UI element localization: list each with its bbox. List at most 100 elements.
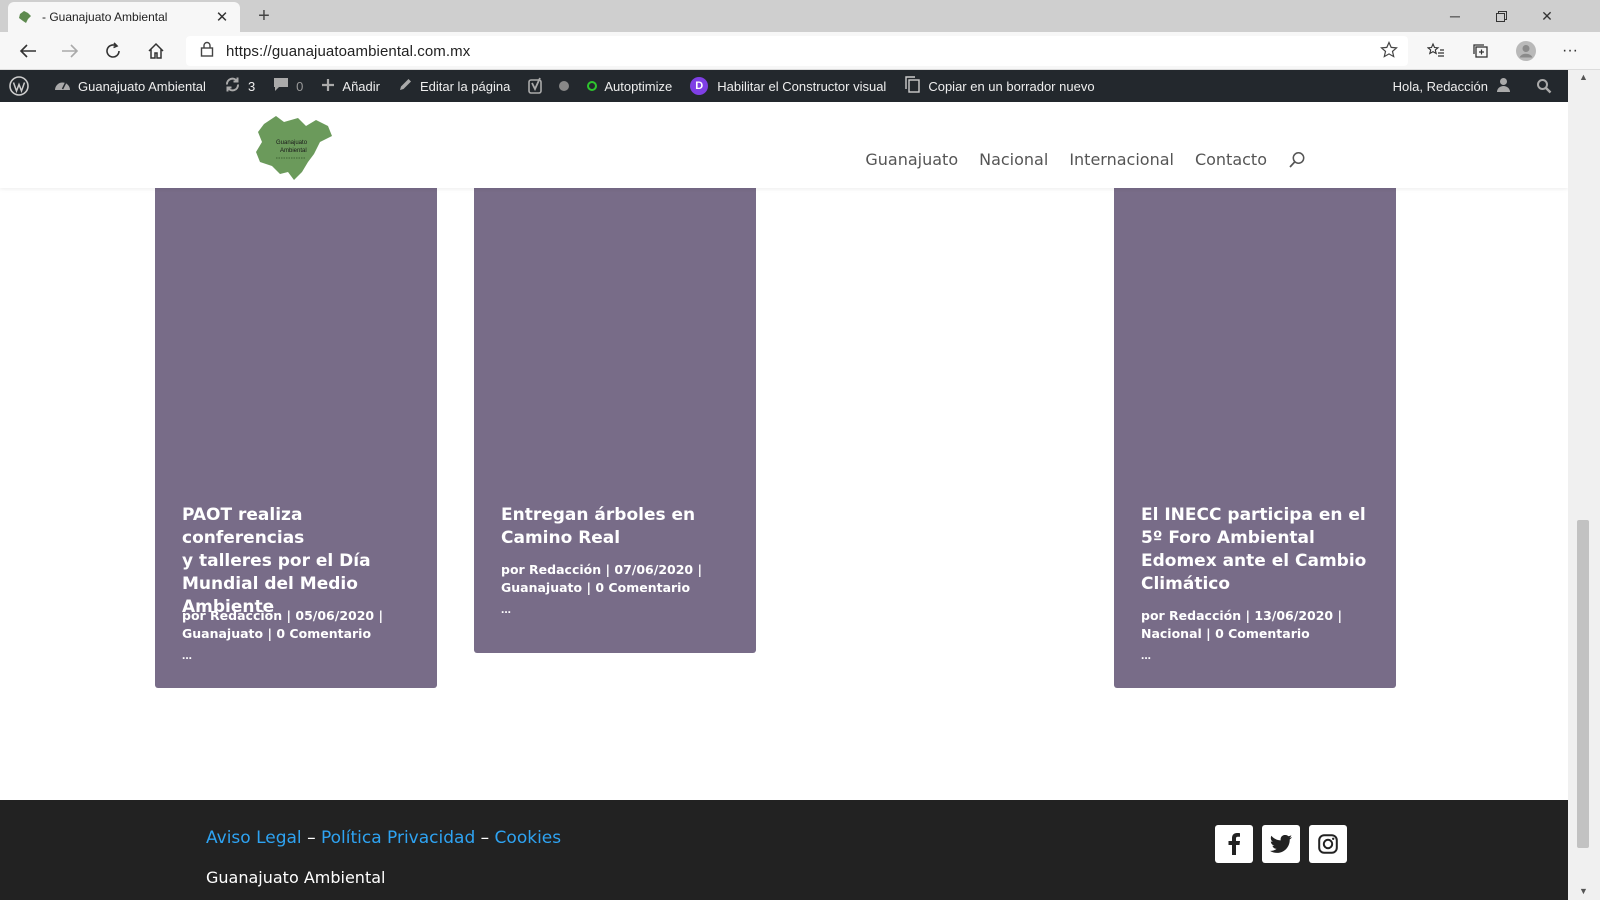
- close-window-icon[interactable]: ✕: [1524, 0, 1570, 32]
- site-name: Guanajuato Ambiental: [78, 78, 206, 94]
- forward-icon[interactable]: [54, 36, 86, 66]
- comment-bubble-icon: [273, 77, 296, 95]
- restore-icon[interactable]: [1478, 0, 1524, 32]
- seo-status-dot: [559, 81, 570, 91]
- wordpress-logo-icon[interactable]: [0, 70, 45, 102]
- edit-page-label: Editar la página: [419, 78, 511, 94]
- post-meta: por Redacción | 07/06/2020 | Guanajuato …: [501, 561, 733, 597]
- site-footer: Aviso Legal – Política Privacidad – Cook…: [0, 800, 1568, 900]
- autoptimize-menu[interactable]: Autoptimize: [578, 70, 681, 102]
- post-card[interactable]: Entregan árboles en Camino Real por Reda…: [474, 182, 756, 653]
- browser-tab[interactable]: - Guanajuato Ambiental ✕: [8, 2, 240, 32]
- footer-links: Aviso Legal – Política Privacidad – Cook…: [206, 828, 561, 848]
- footer-separator: –: [307, 828, 321, 848]
- divi-icon: D: [690, 77, 709, 95]
- post-title[interactable]: El INECC participa en el 5º Foro Ambient…: [1141, 504, 1373, 596]
- post-meta-author-date: por Redacción | 05/06/2020 |: [182, 608, 384, 623]
- nav-guanajuato[interactable]: Guanajuato: [865, 150, 958, 169]
- collections-icon[interactable]: [1465, 36, 1497, 66]
- nav-contacto[interactable]: Contacto: [1195, 150, 1267, 169]
- my-account-menu[interactable]: Hola, Redacción: [1384, 70, 1527, 102]
- browser-tab-strip: - Guanajuato Ambiental ✕ + ─ ✕: [0, 0, 1600, 32]
- post-title-line: Camino Real: [501, 528, 621, 548]
- reload-icon[interactable]: [97, 36, 129, 66]
- add-new-menu[interactable]: Añadir: [312, 70, 389, 102]
- nav-internacional[interactable]: Internacional: [1069, 150, 1174, 169]
- post-title-line: y talleres por el Día: [182, 551, 371, 571]
- cookies-link[interactable]: Cookies: [495, 828, 562, 848]
- logo-text-1: Guanajuato: [276, 140, 308, 146]
- autoptimize-status-dot: [587, 81, 598, 91]
- favorites-icon[interactable]: [1420, 36, 1452, 66]
- post-card[interactable]: El INECC participa en el 5º Foro Ambient…: [1114, 182, 1396, 688]
- pencil-icon: [398, 77, 420, 95]
- home-icon[interactable]: [140, 36, 172, 66]
- site-header: Guanajuato Ambiental Guanajuato Nacional…: [0, 102, 1568, 188]
- updates-menu[interactable]: 3: [215, 70, 264, 102]
- scroll-down-arrow-icon[interactable]: ▼: [1579, 886, 1588, 896]
- scrollbar-thumb[interactable]: [1577, 520, 1589, 848]
- divi-builder-link[interactable]: D Habilitar el Constructor visual: [681, 70, 895, 102]
- favorite-star-icon[interactable]: [1380, 41, 1398, 64]
- updates-count: 3: [247, 78, 256, 94]
- post-meta-category-comments: Nacional | 0 Comentario: [1141, 626, 1310, 641]
- autoptimize-label: Autoptimize: [604, 78, 673, 94]
- comments-menu[interactable]: 0: [264, 70, 312, 102]
- site-logo[interactable]: Guanajuato Ambiental: [254, 112, 334, 182]
- post-excerpt: ...: [182, 648, 193, 662]
- nav-nacional[interactable]: Nacional: [979, 150, 1048, 169]
- tab-title: - Guanajuato Ambiental: [42, 10, 168, 24]
- greeting-text: Hola, Redacción: [1392, 78, 1488, 94]
- wp-admin-bar: Guanajuato Ambiental 3 0 Añadir Editar l…: [0, 70, 1568, 102]
- post-title-line: El INECC participa en el: [1141, 505, 1366, 525]
- post-meta-author-date: por Redacción | 07/06/2020 |: [501, 562, 703, 577]
- post-title-line: Climático: [1141, 574, 1231, 594]
- post-meta-category-comments: Guanajuato | 0 Comentario: [501, 580, 691, 595]
- divi-builder-label: Habilitar el Constructor visual: [717, 78, 887, 94]
- dashboard-icon: [54, 77, 78, 95]
- main-nav: Guanajuato Nacional Internacional Contac…: [844, 150, 1306, 169]
- post-title-line: Mundial del Medio: [182, 574, 358, 594]
- page-scrollbar[interactable]: ▲ ▼: [1568, 70, 1600, 900]
- post-title[interactable]: PAOT realiza conferencias y talleres por…: [182, 504, 414, 619]
- post-meta: por Redacción | 05/06/2020 | Guanajuato …: [182, 607, 414, 643]
- admin-search-icon[interactable]: [1527, 70, 1568, 102]
- address-bar[interactable]: https://guanajuatoambiental.com.mx: [186, 36, 1408, 66]
- post-title-line: Edomex ante el Cambio: [1141, 551, 1367, 571]
- search-icon[interactable]: [1288, 151, 1306, 169]
- more-menu-icon[interactable]: ···: [1554, 36, 1586, 66]
- logo-text-2: Ambiental: [280, 148, 307, 154]
- post-title-line: 5º Foro Ambiental: [1141, 528, 1315, 548]
- post-meta-category-comments: Guanajuato | 0 Comentario: [182, 626, 372, 641]
- back-icon[interactable]: [12, 36, 44, 66]
- footer-copyright: Guanajuato Ambiental: [206, 868, 386, 887]
- post-title-line: Entregan árboles en: [501, 505, 696, 525]
- copy-draft-label: Copiar en un borrador nuevo: [928, 78, 1095, 94]
- site-favicon-icon: [18, 10, 32, 24]
- post-meta: por Redacción | 13/06/2020 | Nacional | …: [1141, 607, 1373, 643]
- facebook-icon[interactable]: [1215, 825, 1253, 863]
- scroll-up-arrow-icon[interactable]: ▲: [1579, 72, 1588, 82]
- aviso-legal-link[interactable]: Aviso Legal: [206, 828, 302, 848]
- post-title-line: PAOT realiza conferencias: [182, 505, 305, 548]
- add-new-label: Añadir: [342, 78, 380, 94]
- instagram-icon[interactable]: [1309, 825, 1347, 863]
- updates-icon: [224, 76, 248, 96]
- yoast-seo-icon[interactable]: [519, 70, 578, 102]
- edit-page-link[interactable]: Editar la página: [389, 70, 519, 102]
- twitter-icon[interactable]: [1262, 825, 1300, 863]
- post-title[interactable]: Entregan árboles en Camino Real: [501, 504, 733, 550]
- copy-document-icon: [904, 76, 928, 96]
- footer-separator: –: [480, 828, 495, 848]
- site-name-menu[interactable]: Guanajuato Ambiental: [45, 70, 215, 102]
- profile-avatar-icon[interactable]: [1510, 36, 1542, 66]
- new-tab-button[interactable]: +: [250, 3, 278, 29]
- post-card[interactable]: PAOT realiza conferencias y talleres por…: [155, 182, 437, 688]
- tab-close-icon[interactable]: ✕: [214, 8, 230, 26]
- post-meta-author-date: por Redacción | 13/06/2020 |: [1141, 608, 1343, 623]
- minimize-icon[interactable]: ─: [1432, 0, 1478, 32]
- user-avatar-icon: [1496, 77, 1518, 96]
- copy-draft-link[interactable]: Copiar en un borrador nuevo: [895, 70, 1103, 102]
- privacy-policy-link[interactable]: Política Privacidad: [321, 828, 475, 848]
- browser-toolbar: https://guanajuatoambiental.com.mx ···: [0, 32, 1600, 70]
